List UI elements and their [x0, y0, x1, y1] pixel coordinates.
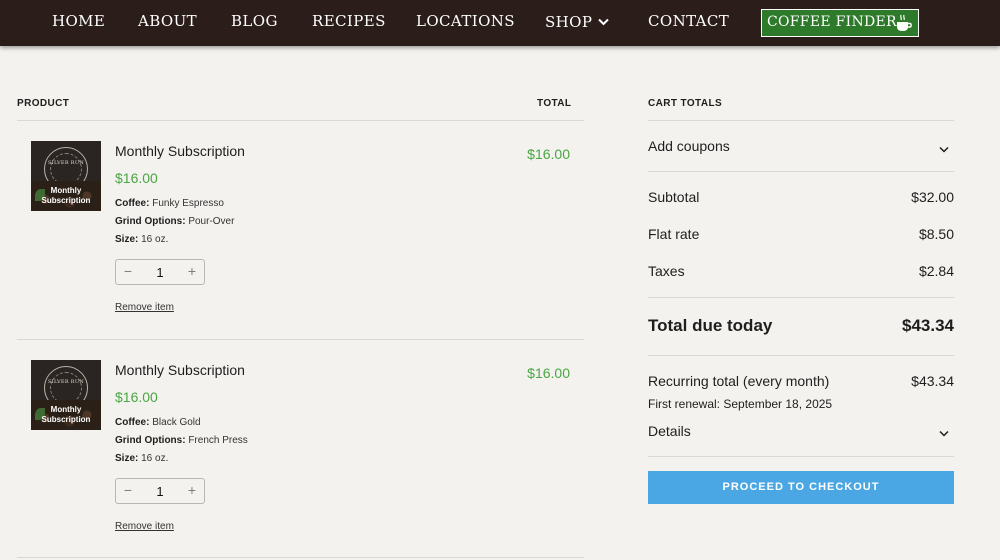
product-thumbnail: SILVER RUN Monthly Subscription — [31, 141, 101, 211]
product-name[interactable]: Monthly Subscription — [115, 362, 245, 378]
grind-option: Grind Options: French Press — [115, 435, 248, 446]
increase-quantity-button[interactable]: + — [182, 482, 202, 498]
nav-recipes[interactable]: RECIPES — [312, 12, 386, 30]
recurring-total-label: Recurring total (every month) — [648, 373, 830, 389]
coffee-cup-icon — [897, 14, 912, 31]
line-total: $16.00 — [527, 365, 570, 381]
quantity-stepper: − 1 + — [115, 478, 205, 504]
product-price: $16.00 — [115, 389, 158, 405]
divider — [648, 120, 954, 121]
total-due-value: $43.34 — [902, 316, 954, 335]
taxes-label: Taxes — [648, 263, 685, 279]
thumb-brand: SILVER RUN — [47, 379, 85, 385]
divider — [17, 557, 584, 558]
thumb-label: Monthly Subscription — [41, 405, 91, 424]
thumb-label: Monthly Subscription — [41, 186, 91, 205]
coffee-finder-label: COFFEE FINDER — [767, 14, 897, 30]
size-option: Size: 16 oz. — [115, 453, 169, 464]
thumb-brand: SILVER RUN — [47, 160, 85, 166]
nav-blog[interactable]: BLOG — [231, 12, 278, 30]
divider — [17, 339, 584, 340]
decrease-quantity-button[interactable]: − — [118, 482, 138, 498]
taxes-value: $2.84 — [918, 263, 954, 279]
grind-option: Grind Options: Pour-Over — [115, 216, 235, 227]
chevron-down-icon[interactable] — [938, 425, 950, 443]
product-name[interactable]: Monthly Subscription — [115, 143, 245, 159]
product-thumbnail: SILVER RUN Monthly Subscription — [31, 360, 101, 430]
decrease-quantity-button[interactable]: − — [118, 263, 138, 279]
cart-item: SILVER RUN Monthly Subscription Monthly S… — [17, 141, 584, 359]
total-column-header: TOTAL — [537, 98, 572, 109]
coffee-option: Coffee: Black Gold — [115, 417, 201, 428]
chevron-down-icon — [598, 12, 610, 30]
divider — [17, 120, 584, 121]
line-total: $16.00 — [527, 146, 570, 162]
quantity-value[interactable]: 1 — [144, 265, 176, 280]
first-renewal-text: First renewal: September 18, 2025 — [648, 397, 833, 411]
cart-totals-title: CART TOTALS — [648, 98, 723, 109]
divider — [648, 297, 954, 298]
size-option: Size: 16 oz. — [115, 234, 169, 245]
nav-about[interactable]: ABOUT — [138, 12, 197, 30]
flat-rate-label: Flat rate — [648, 226, 700, 242]
quantity-value[interactable]: 1 — [144, 484, 176, 499]
top-nav: HOME ABOUT BLOG RECIPES LOCATIONS SHOP C… — [0, 0, 1000, 46]
subtotal-value: $32.00 — [911, 189, 954, 205]
chevron-down-icon[interactable] — [938, 141, 950, 159]
flat-rate-value: $8.50 — [918, 226, 954, 242]
cart-item: SILVER RUN Monthly Subscription Monthly S… — [17, 360, 584, 560]
remove-item-link[interactable]: Remove item — [115, 521, 174, 532]
details-toggle[interactable]: Details — [648, 423, 691, 439]
coffee-finder-button[interactable]: COFFEE FINDER — [761, 9, 919, 37]
nav-locations[interactable]: LOCATIONS — [416, 12, 515, 30]
divider — [648, 355, 954, 356]
nav-shop-label: SHOP — [545, 13, 593, 31]
divider — [648, 171, 954, 172]
nav-contact[interactable]: CONTACT — [648, 12, 729, 30]
proceed-to-checkout-button[interactable]: PROCEED TO CHECKOUT — [648, 471, 954, 504]
add-coupons-toggle[interactable]: Add coupons — [648, 138, 730, 154]
quantity-stepper: − 1 + — [115, 259, 205, 285]
divider — [648, 456, 954, 457]
total-due-label: Total due today — [648, 316, 773, 335]
product-price: $16.00 — [115, 170, 158, 186]
subtotal-label: Subtotal — [648, 189, 700, 205]
increase-quantity-button[interactable]: + — [182, 263, 202, 279]
recurring-total-value: $43.34 — [911, 373, 954, 389]
nav-shop[interactable]: SHOP — [545, 12, 610, 31]
remove-item-link[interactable]: Remove item — [115, 302, 174, 313]
product-column-header: PRODUCT — [17, 98, 70, 109]
nav-home[interactable]: HOME — [52, 12, 105, 30]
coffee-option: Coffee: Funky Espresso — [115, 198, 224, 209]
